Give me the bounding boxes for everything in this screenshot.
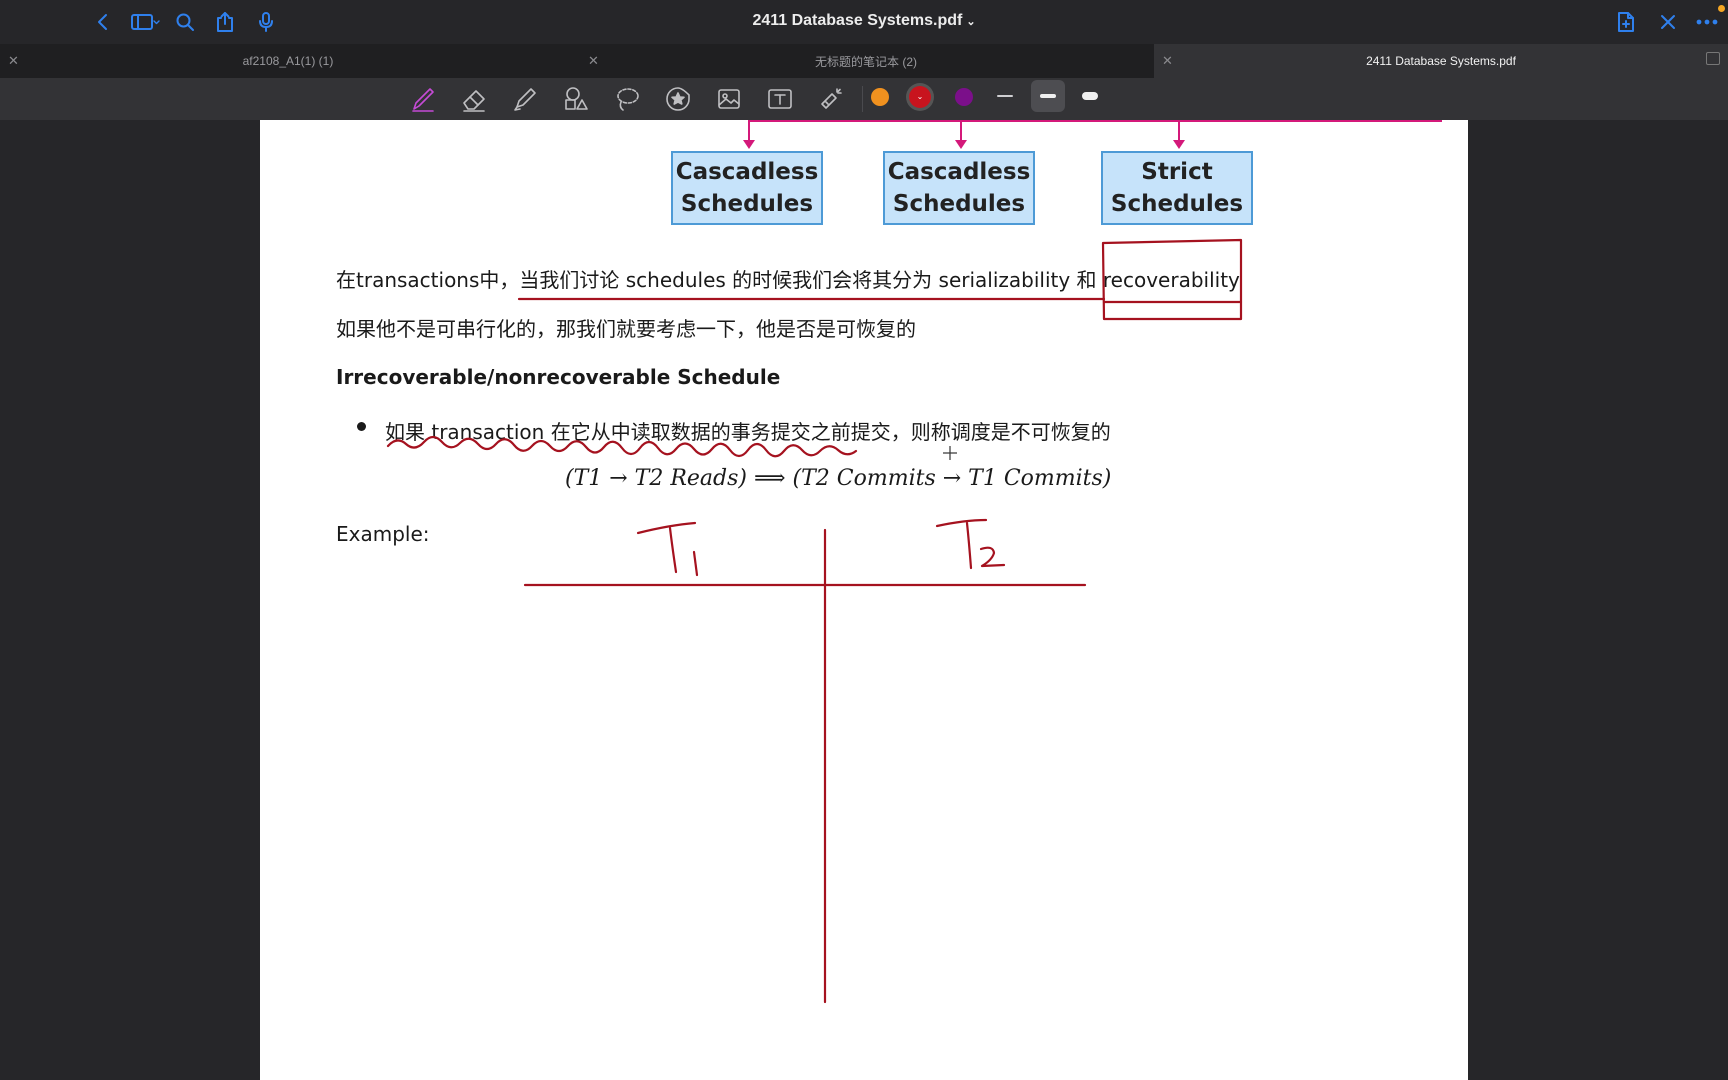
stroke-width-thick[interactable] bbox=[1073, 80, 1107, 112]
ink-t1-one bbox=[692, 550, 699, 577]
notification-dot bbox=[1718, 5, 1725, 12]
document-title[interactable]: 2411 Database Systems.pdf ⌄ bbox=[0, 12, 1728, 30]
tab-bar: ✕ af2108_A1(1) (1) ✕ 无标题的笔记本 (2) ✕ 2411 … bbox=[0, 44, 1728, 78]
pen-icon[interactable] bbox=[407, 84, 439, 114]
ink-rectangle bbox=[1101, 238, 1243, 321]
tab-af2108[interactable]: ✕ af2108_A1(1) (1) bbox=[0, 44, 576, 78]
close-tab-icon[interactable]: ✕ bbox=[8, 53, 19, 69]
ink-t1-bar bbox=[636, 521, 697, 535]
color-swatch-red-selected[interactable]: ⌄ bbox=[909, 86, 931, 108]
ink-t2-bar bbox=[935, 518, 988, 528]
more-options-icon[interactable] bbox=[1692, 8, 1722, 36]
close-tab-icon[interactable]: ✕ bbox=[588, 53, 599, 69]
toolbar-divider bbox=[862, 86, 863, 112]
shapes-icon[interactable] bbox=[560, 84, 592, 114]
stroke-width-medium[interactable] bbox=[1031, 80, 1065, 112]
highlighter-icon[interactable] bbox=[509, 84, 541, 114]
tab-label: af2108_A1(1) (1) bbox=[242, 54, 334, 68]
pdf-page[interactable]: Cascadless Schedules Cascadless Schedule… bbox=[260, 120, 1468, 1080]
title-bar: 2411 Database Systems.pdf ⌄ bbox=[0, 0, 1728, 44]
annotation-toolbar bbox=[0, 78, 1728, 120]
tab-label: 2411 Database Systems.pdf bbox=[1366, 54, 1516, 68]
text-box-icon[interactable] bbox=[764, 84, 796, 114]
tab-database-systems[interactable]: ✕ 2411 Database Systems.pdf bbox=[1154, 44, 1728, 78]
cursor-crosshair-icon bbox=[943, 446, 957, 460]
tab-untitled-notebook[interactable]: ✕ 无标题的笔记本 (2) bbox=[580, 44, 1152, 78]
color-swatch-orange[interactable] bbox=[871, 88, 889, 106]
ink-annotations-layer[interactable] bbox=[260, 120, 1468, 1080]
chevron-down-icon: ⌄ bbox=[916, 92, 924, 101]
laser-pointer-icon[interactable] bbox=[815, 84, 847, 114]
sticker-icon[interactable] bbox=[662, 84, 694, 114]
close-tab-icon[interactable]: ✕ bbox=[1162, 53, 1173, 69]
chevron-down-icon: ⌄ bbox=[966, 16, 976, 28]
new-page-icon[interactable] bbox=[1611, 8, 1641, 36]
image-icon[interactable] bbox=[713, 84, 745, 114]
eraser-icon[interactable] bbox=[458, 84, 490, 114]
ink-t2-stem bbox=[965, 521, 973, 570]
color-swatch-purple[interactable] bbox=[955, 88, 973, 106]
stroke-width-thin[interactable] bbox=[988, 80, 1022, 112]
ink-t2-two bbox=[979, 546, 1006, 568]
ink-t1-stem bbox=[668, 526, 678, 574]
close-editing-icon[interactable] bbox=[1653, 8, 1683, 36]
lasso-icon[interactable] bbox=[611, 84, 643, 114]
split-view-icon[interactable] bbox=[1706, 52, 1720, 65]
ink-wavy-underline bbox=[386, 435, 858, 458]
tab-label: 无标题的笔记本 (2) bbox=[814, 54, 917, 69]
document-title-text: 2411 Database Systems.pdf bbox=[752, 12, 963, 29]
